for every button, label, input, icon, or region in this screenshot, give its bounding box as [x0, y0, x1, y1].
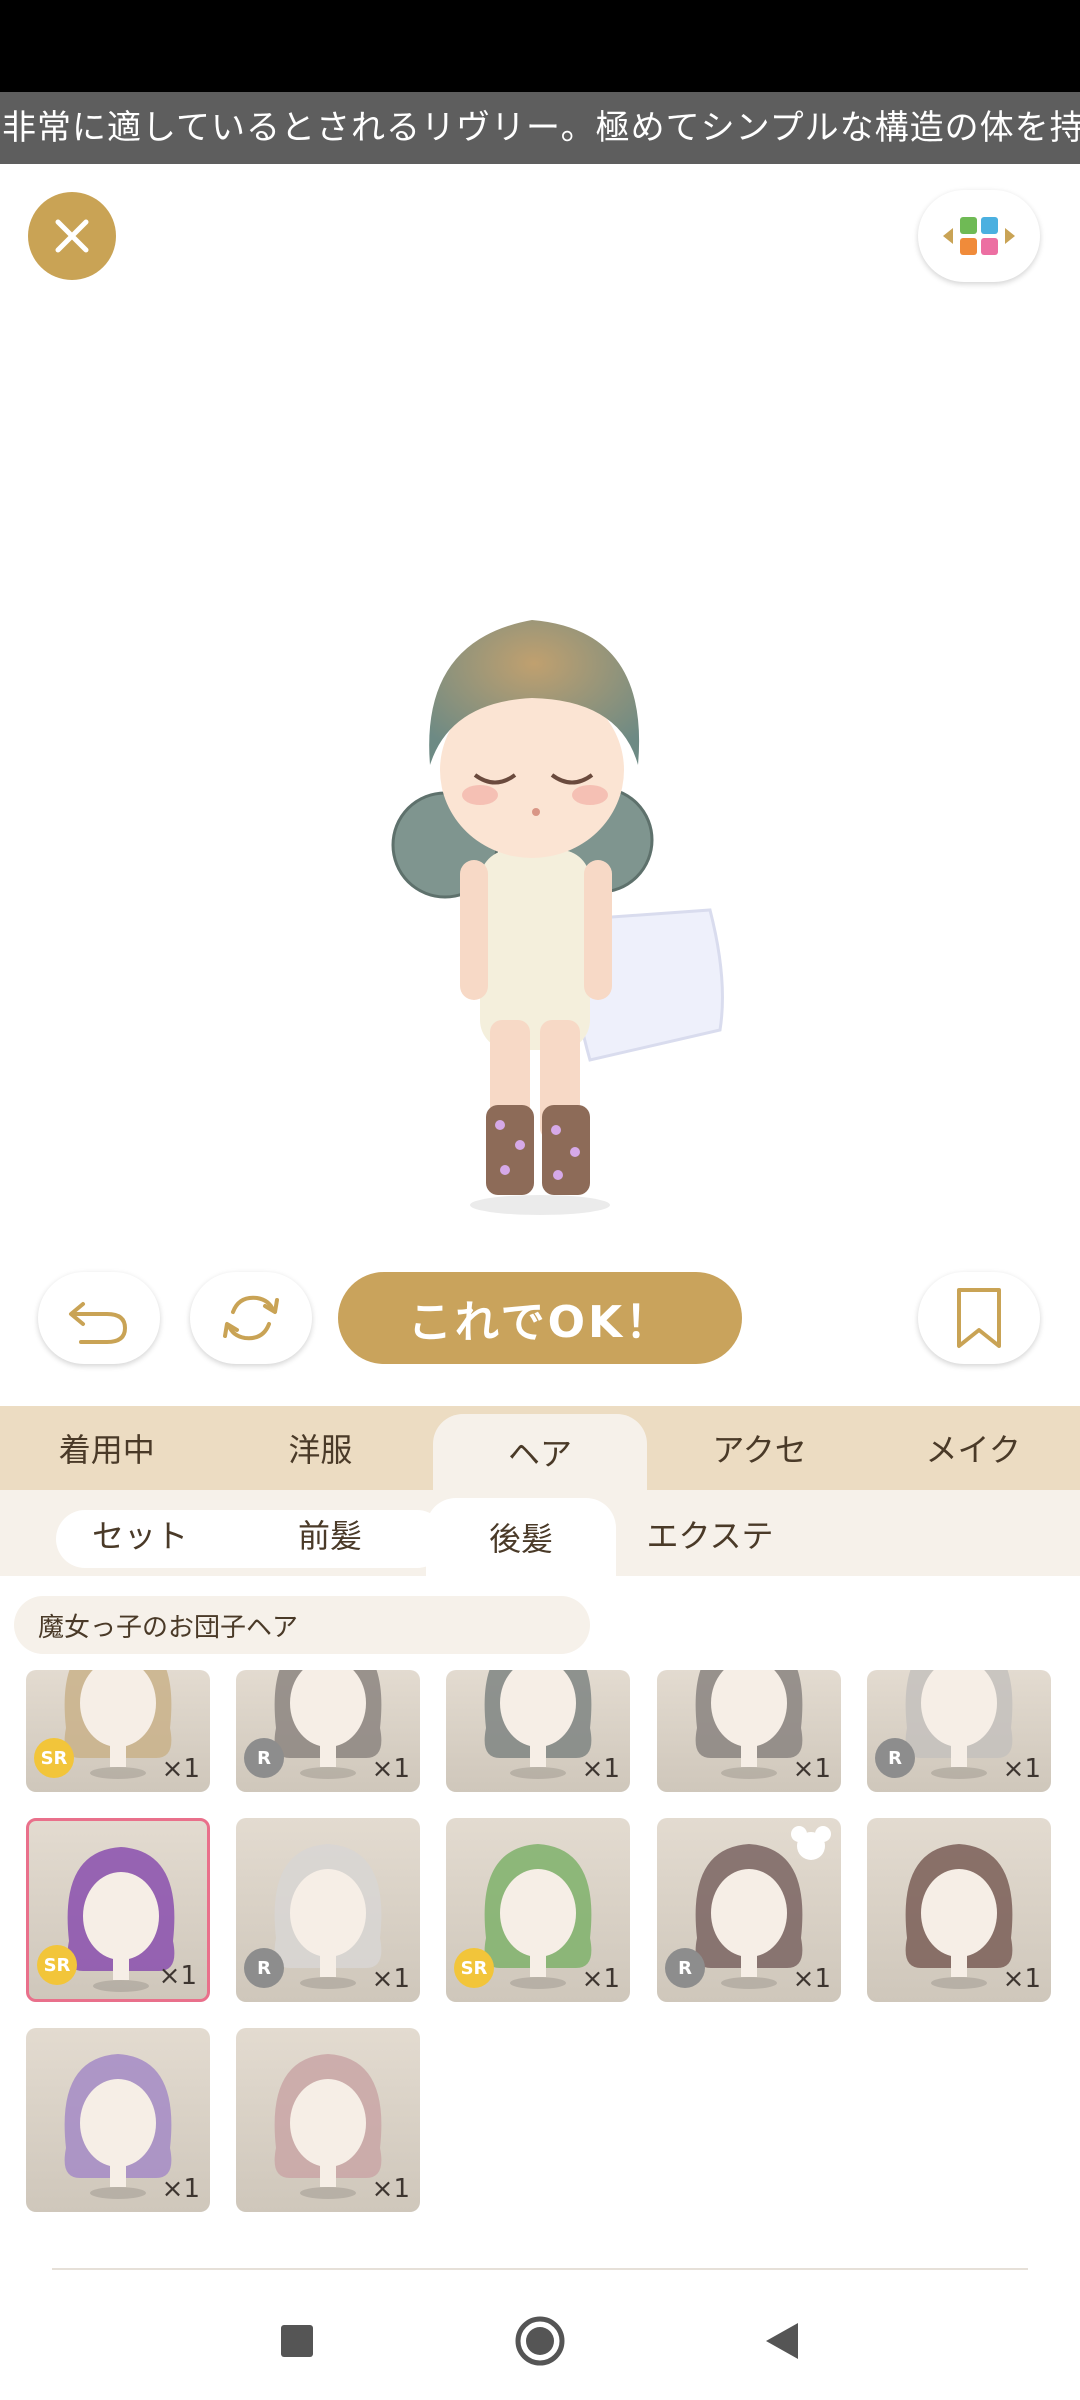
- hair-item-tile[interactable]: ×1: [26, 2028, 210, 2212]
- item-quantity: ×1: [792, 1754, 831, 1784]
- nav-home-button[interactable]: [505, 2306, 575, 2376]
- category-tabs: 着用中 洋服 ヘア アクセ メイク: [0, 1406, 1080, 1490]
- confirm-ok-button[interactable]: これでOK！: [338, 1272, 742, 1364]
- bear-icon: [789, 1824, 833, 1866]
- item-grid: 魔女っ子のお団子ヘア SR ×1 R ×1 ×1 ×1 R ×1 SR ×1 R ×1 SR ×1 R ×1 ×…: [0, 1576, 1080, 2256]
- item-quantity: ×1: [371, 2174, 410, 2204]
- hair-item-tile[interactable]: SR ×1: [446, 1818, 630, 2002]
- tab-makeup[interactable]: メイク: [866, 1406, 1080, 1490]
- hair-item-tile[interactable]: R ×1: [867, 1670, 1051, 1792]
- item-quantity: ×1: [581, 1964, 620, 1994]
- layout-toggle-button[interactable]: [918, 190, 1040, 282]
- rarity-badge: SR: [454, 1948, 494, 1988]
- nav-recents-button[interactable]: [262, 2306, 332, 2376]
- sub-tab-front-hair[interactable]: 前髪: [250, 1502, 410, 1566]
- sub-tab-extensions[interactable]: エクステ: [620, 1502, 800, 1566]
- hair-item-tile[interactable]: R ×1: [657, 1818, 841, 2002]
- hair-item-tile[interactable]: R ×1: [236, 1818, 420, 2002]
- tab-hair[interactable]: ヘア: [433, 1414, 647, 1490]
- hair-item-tile[interactable]: ×1: [867, 1818, 1051, 2002]
- hair-sub-tabs: セット 前髪 後髪 エクステ: [0, 1490, 1080, 1576]
- item-quantity: ×1: [161, 1754, 200, 1784]
- bookmark-button[interactable]: [918, 1272, 1040, 1364]
- selected-item-name: 魔女っ子のお団子ヘア: [14, 1596, 590, 1654]
- hair-item-tile[interactable]: ×1: [236, 2028, 420, 2212]
- triangle-back-icon: [766, 2323, 798, 2359]
- sub-tab-set[interactable]: セット: [60, 1502, 220, 1566]
- description-ticker: 非常に適しているとされるリヴリー。極めてシンプルな構造の体を持ち: [0, 92, 1080, 164]
- status-bar: [0, 0, 1080, 92]
- undo-icon: [69, 1302, 128, 1344]
- hair-item-tile[interactable]: ×1: [446, 1670, 630, 1792]
- rarity-badge: SR: [37, 1945, 77, 1985]
- sub-tab-back-hair[interactable]: 後髪: [426, 1498, 616, 1576]
- hair-item-tile[interactable]: SR ×1: [26, 1670, 210, 1792]
- tab-accessories[interactable]: アクセ: [653, 1406, 867, 1490]
- system-nav-bar: [0, 2270, 1080, 2400]
- item-quantity: ×1: [158, 1961, 197, 1991]
- item-quantity: ×1: [161, 2174, 200, 2204]
- item-quantity: ×1: [371, 1754, 410, 1784]
- hair-item-tile[interactable]: R ×1: [236, 1670, 420, 1792]
- bookmark-icon: [957, 1288, 1001, 1348]
- rarity-badge: R: [665, 1948, 705, 1988]
- rarity-badge: R: [244, 1948, 284, 1988]
- grid-toggle-icon: [943, 217, 1015, 255]
- item-quantity: ×1: [371, 1964, 410, 1994]
- item-quantity: ×1: [1002, 1754, 1041, 1784]
- randomize-button[interactable]: [190, 1272, 312, 1364]
- rarity-badge: SR: [34, 1738, 74, 1778]
- close-icon: [55, 219, 89, 253]
- hair-item-tile[interactable]: ×1: [657, 1670, 841, 1792]
- circle-icon: [515, 2316, 565, 2366]
- item-quantity: ×1: [581, 1754, 620, 1784]
- avatar-preview: [300, 580, 780, 1230]
- tab-clothes[interactable]: 洋服: [214, 1406, 428, 1490]
- refresh-icon: [223, 1295, 279, 1341]
- undo-button[interactable]: [38, 1272, 160, 1364]
- rarity-badge: R: [244, 1738, 284, 1778]
- character-illustration: [391, 620, 724, 1215]
- item-quantity: ×1: [792, 1964, 831, 1994]
- tab-wearing[interactable]: 着用中: [0, 1406, 214, 1490]
- close-button[interactable]: [28, 192, 116, 280]
- square-icon: [281, 2325, 313, 2357]
- nav-back-button[interactable]: [747, 2306, 817, 2376]
- item-quantity: ×1: [1002, 1964, 1041, 1994]
- hair-item-tile[interactable]: SR ×1: [26, 1818, 210, 2002]
- rarity-badge: R: [875, 1738, 915, 1778]
